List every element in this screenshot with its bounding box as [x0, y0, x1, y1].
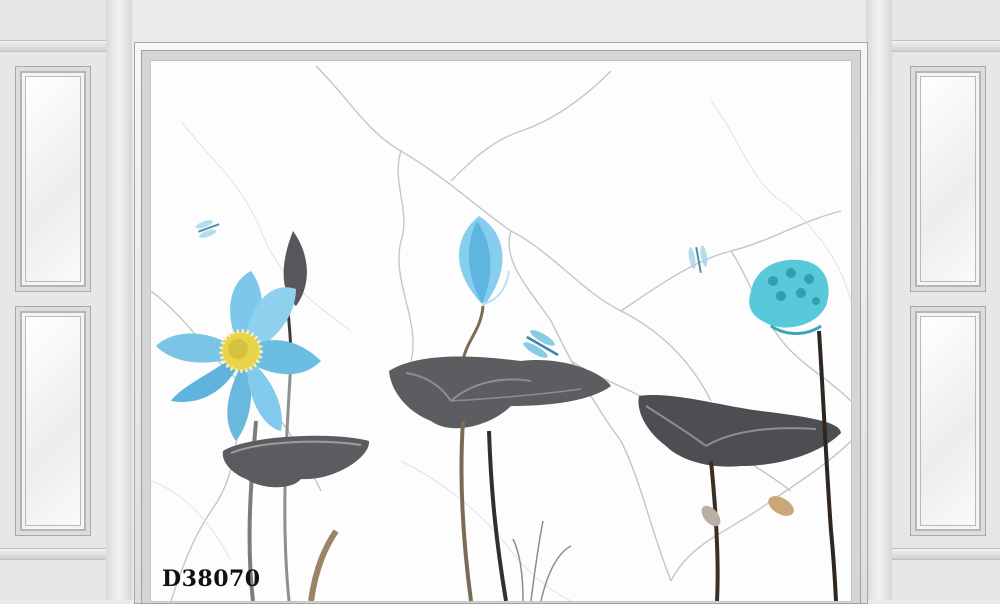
right-upper-panel [910, 66, 986, 292]
bud-stem [461, 305, 485, 362]
center-stems [459, 420, 508, 601]
right-lotus-leaf [638, 394, 841, 467]
right-lower-panel [910, 306, 986, 536]
center-lotus-leaf [389, 356, 611, 429]
right-lower-rail [892, 548, 1000, 560]
right-leaf-stem [709, 460, 720, 601]
mural-artwork [151, 65, 851, 601]
blue-lotus-bud [459, 216, 510, 306]
dragonfly-right [688, 245, 708, 273]
lotus-seed-pod [749, 259, 829, 335]
right-pillar [866, 0, 892, 600]
right-upper-rail [892, 40, 1000, 52]
left-upper-rail [0, 40, 106, 52]
left-lily-pad [222, 435, 370, 488]
dragonfly-left [195, 220, 220, 238]
left-lower-rail [0, 548, 106, 560]
floating-seeds [308, 496, 794, 601]
product-code: D38070 [162, 566, 261, 592]
grass-blades [512, 520, 572, 601]
left-upper-panel [15, 66, 91, 292]
left-lower-panel [15, 306, 91, 536]
lotus-mural [150, 60, 852, 602]
left-pillar [106, 0, 132, 600]
